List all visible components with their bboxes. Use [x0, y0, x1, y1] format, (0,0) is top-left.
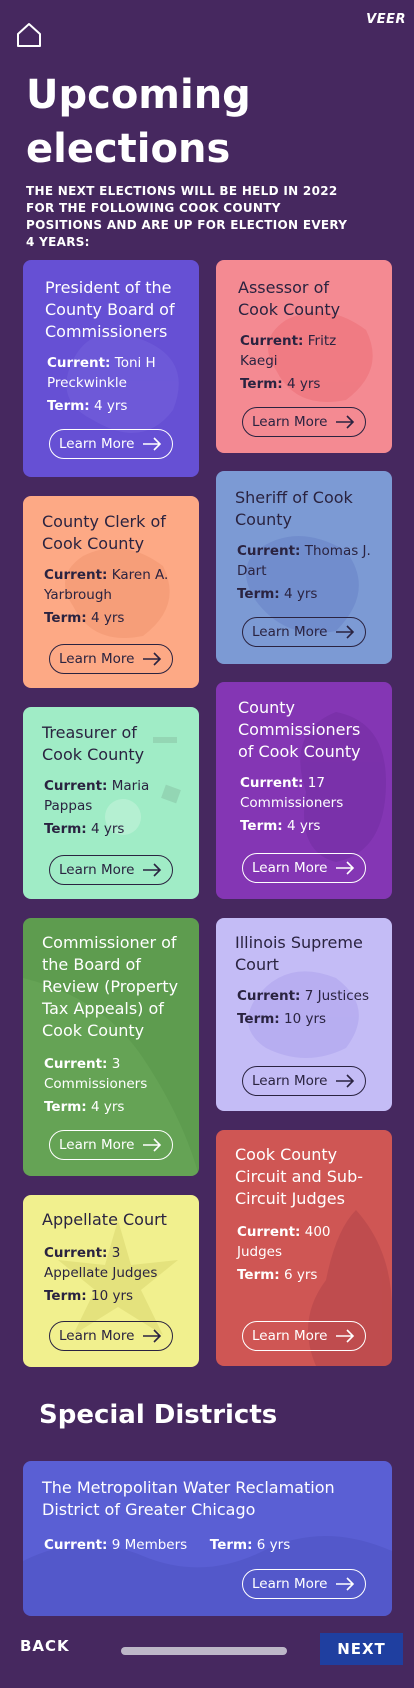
- card-term: Term: 10 yrs: [237, 1011, 327, 1027]
- card-title: County Commissioners of Cook County: [238, 698, 361, 761]
- card-term: Term: 4 yrs: [44, 1099, 125, 1115]
- card-county-commissioners: County Commissioners of Cook County Curr…: [216, 682, 392, 899]
- card-title: Illinois Supreme Court: [235, 933, 363, 974]
- card-term: Term: 4 yrs: [44, 821, 125, 837]
- card-treasurer: Treasurer of Cook County Current: Maria …: [23, 707, 199, 899]
- arrow-right-icon: [336, 415, 355, 429]
- back-button[interactable]: BACK: [20, 1637, 70, 1655]
- card-term: Term: 6 yrs: [237, 1267, 318, 1283]
- arrow-right-icon: [143, 1329, 162, 1343]
- card-current: Current: Thomas J. Dart: [237, 543, 371, 579]
- progress-bar: [121, 1647, 287, 1655]
- arrow-right-icon: [336, 861, 355, 875]
- card-title: Appellate Court: [42, 1210, 167, 1229]
- card-title: Sheriff of Cook County: [235, 488, 353, 529]
- card-term: Term: 10 yrs: [44, 1288, 134, 1304]
- page-subtitle: THE NEXT ELECTIONS WILL BE HELD IN 2022 …: [26, 184, 348, 249]
- learn-more-button[interactable]: Learn More: [49, 429, 173, 459]
- next-button[interactable]: NEXT: [320, 1633, 403, 1665]
- learn-more-button[interactable]: Learn More: [49, 1321, 173, 1351]
- arrow-right-icon: [336, 1577, 355, 1591]
- card-current: Current: Karen A. Yarbrough: [44, 567, 169, 603]
- card-term: Term: 4 yrs: [237, 586, 318, 602]
- card-assessor: Assessor of Cook County Current: Fritz K…: [216, 260, 392, 453]
- card-sheriff: Sheriff of Cook County Current: Thomas J…: [216, 471, 392, 664]
- learn-more-button[interactable]: Learn More: [49, 855, 173, 885]
- card-term: Term: 4 yrs: [240, 376, 321, 392]
- card-circuit-judges: Cook County Circuit and Sub-Circuit Judg…: [216, 1130, 392, 1366]
- learn-more-button[interactable]: Learn More: [242, 407, 366, 437]
- card-term: Term: 4 yrs: [44, 610, 125, 626]
- card-current: Current: Fritz Kaegi: [240, 333, 337, 369]
- card-term: Term: 4 yrs: [240, 818, 321, 834]
- card-title: County Clerk of Cook County: [42, 512, 166, 553]
- card-current: Current: 400 Judges: [237, 1224, 331, 1260]
- learn-more-button[interactable]: Learn More: [242, 1321, 366, 1351]
- learn-more-button[interactable]: Learn More: [49, 644, 173, 674]
- learn-more-button[interactable]: Learn More: [242, 1066, 366, 1096]
- arrow-right-icon: [143, 863, 162, 877]
- card-current: Current: 3 Appellate Judges: [44, 1245, 158, 1281]
- arrow-right-icon: [336, 1329, 355, 1343]
- card-term: Term: 4 yrs: [47, 398, 128, 414]
- card-current-term: Current: 9 Members Term: 6 yrs: [44, 1537, 291, 1553]
- page-title: Upcoming elections: [26, 68, 386, 176]
- card-illinois-supreme-court: Illinois Supreme Court Current: 7 Justic…: [216, 918, 392, 1111]
- top-bar: VEER: [0, 0, 414, 60]
- card-county-clerk: County Clerk of Cook County Current: Kar…: [23, 496, 199, 688]
- card-current: Current: Maria Pappas: [44, 778, 150, 814]
- card-title: Assessor of Cook County: [238, 278, 341, 319]
- card-title: Cook County Circuit and Sub-Circuit Judg…: [235, 1145, 363, 1208]
- learn-more-button[interactable]: Learn More: [49, 1130, 173, 1160]
- learn-more-button[interactable]: Learn More: [242, 853, 366, 883]
- arrow-right-icon: [143, 437, 162, 451]
- card-title: Commissioner of the Board of Review (Pro…: [42, 933, 179, 1040]
- learn-more-button[interactable]: Learn More: [242, 617, 366, 647]
- arrow-right-icon: [143, 1138, 162, 1152]
- learn-more-button[interactable]: Learn More: [242, 1569, 366, 1599]
- section-title-special-districts: Special Districts: [39, 1400, 278, 1430]
- card-current: Current: Toni H Preckwinkle: [47, 355, 156, 391]
- card-title: President of the County Board of Commiss…: [45, 278, 175, 341]
- card-board-of-review: Commissioner of the Board of Review (Pro…: [23, 918, 199, 1176]
- card-current: Current: 7 Justices: [237, 988, 370, 1004]
- card-water-reclamation-district: The Metropolitan Water Reclamation Distr…: [23, 1461, 392, 1616]
- page-title-line2: elections: [26, 126, 231, 172]
- card-current: Current: 17 Commissioners: [240, 775, 344, 811]
- brand-logo: VEER: [366, 12, 406, 27]
- arrow-right-icon: [336, 1074, 355, 1088]
- card-title: Treasurer of Cook County: [42, 723, 145, 764]
- card-president-county-board: President of the County Board of Commiss…: [23, 260, 199, 477]
- arrow-right-icon: [336, 625, 355, 639]
- card-appellate-court: Appellate Court Current: 3 Appellate Jud…: [23, 1195, 199, 1367]
- card-current: Current: 3 Commissioners: [44, 1056, 148, 1092]
- page-title-line1: Upcoming: [26, 72, 251, 118]
- card-title: The Metropolitan Water Reclamation Distr…: [42, 1478, 335, 1519]
- home-icon[interactable]: [16, 22, 42, 48]
- arrow-right-icon: [143, 652, 162, 666]
